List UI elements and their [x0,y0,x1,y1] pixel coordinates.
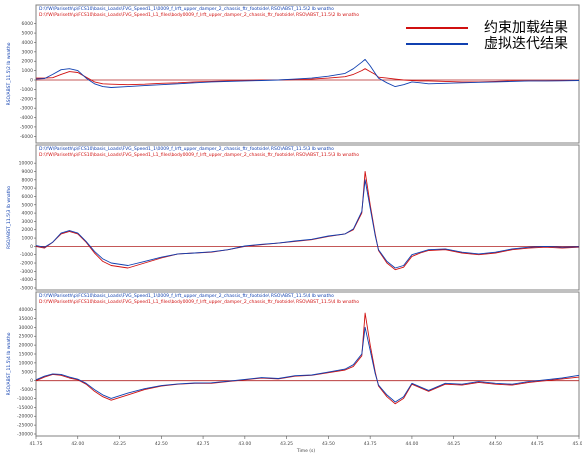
y-tick-label: 40000 [19,307,33,313]
x-tick-label: 43.00 [238,441,251,447]
y-tick-label: -15000 [17,405,33,411]
y-axis-label: RSO/ABST_11.5\2 lb wnatho [6,42,12,105]
y-tick-label: 7000 [22,186,34,192]
chart-canvas: 6000500040003000200010000-1000-2000-3000… [0,0,582,455]
y-tick-label: 9000 [22,169,34,175]
panel-header-constrained: D:\YW\Pariseth\p\FCS10\basis_Loads\FVG_S… [39,299,359,305]
y-tick-label: -25000 [17,423,33,429]
panel-header-virtual: D:\YW\Pariseth\p\FCS10\basis_Loads\FVG_S… [39,146,334,152]
y-tick-label: 2000 [22,59,34,65]
x-tick-label: 42.25 [113,441,126,447]
y-tick-label: -4000 [20,115,33,121]
y-tick-label: 5000 [22,202,34,208]
y-tick-label: 0 [30,78,33,84]
y-tick-label: -10000 [17,396,33,402]
y-tick-label: -30000 [17,432,33,438]
x-tick-label: 43.75 [364,441,377,447]
x-tick-label: 43.25 [280,441,293,447]
y-tick-label: -5000 [20,124,33,130]
x-tick-label: 41.75 [30,441,43,447]
x-axis-title: Time (s) [296,448,316,454]
x-tick-label: 44.25 [447,441,460,447]
y-tick-label: 5000 [22,369,34,375]
y-tick-label: 35000 [19,316,33,322]
y-tick-label: -2000 [20,96,33,102]
y-tick-label: 4000 [22,211,34,217]
x-tick-label: 44.50 [489,441,502,447]
y-tick-label: 15000 [19,352,33,358]
panel-header-constrained: D:\YW\Pariseth\p\FCS10\basis_Loads\FVG_S… [39,12,359,18]
y-tick-label: -3000 [20,269,33,275]
y-tick-label: 2000 [22,227,34,233]
y-tick-label: 30000 [19,325,33,331]
y-tick-label: 6000 [22,21,34,27]
x-tick-label: 45.00 [573,441,582,447]
y-tick-label: 1000 [22,68,34,74]
y-tick-label: 10000 [19,360,33,366]
y-tick-label: 10000 [19,161,33,167]
y-tick-label: 6000 [22,194,34,200]
y-axis-label: RSO/ABST_11.5\4 lb wnatho [6,332,12,395]
x-tick-label: 44.75 [531,441,544,447]
x-tick-label: 42.50 [155,441,168,447]
legend-label-constrained: 约束加载结果 [484,20,568,36]
chart-background [0,0,582,455]
x-tick-label: 42.75 [197,441,210,447]
y-tick-label: -6000 [20,134,33,140]
legend-label-virtual: 虚拟迭代结果 [484,36,568,52]
y-tick-label: 0 [30,378,33,384]
y-tick-label: 1000 [22,236,34,242]
y-tick-label: 0 [30,244,33,250]
y-tick-label: -5000 [20,286,33,292]
y-tick-label: 4000 [22,40,34,46]
y-tick-label: 20000 [19,343,33,349]
y-tick-label: 8000 [22,177,34,183]
panel-header-virtual: D:\YW\Pariseth\p\FCS10\basis_Loads\FVG_S… [39,6,334,12]
y-tick-label: 3000 [22,219,34,225]
y-tick-label: 3000 [22,49,34,55]
y-tick-label: -1000 [20,87,33,93]
panel-header-constrained: D:\YW\Pariseth\p\FCS10\basis_Loads\FVG_S… [39,152,359,158]
y-axis-label: RSO/ABST_11.5\3 lb wnatho [6,186,12,249]
y-tick-label: -20000 [17,414,33,420]
y-tick-label: 5000 [22,31,34,37]
y-tick-label: -5000 [20,387,33,393]
x-tick-label: 43.50 [322,441,335,447]
y-tick-label: -3000 [20,106,33,112]
x-tick-label: 42.00 [71,441,84,447]
y-tick-label: 25000 [19,334,33,340]
y-tick-label: -4000 [20,277,33,283]
x-tick-label: 44.00 [405,441,418,447]
y-tick-label: -1000 [20,252,33,258]
panel-header-virtual: D:\YW\Pariseth\p\FCS10\basis_Loads\FVG_S… [39,293,334,299]
y-tick-label: -2000 [20,261,33,267]
